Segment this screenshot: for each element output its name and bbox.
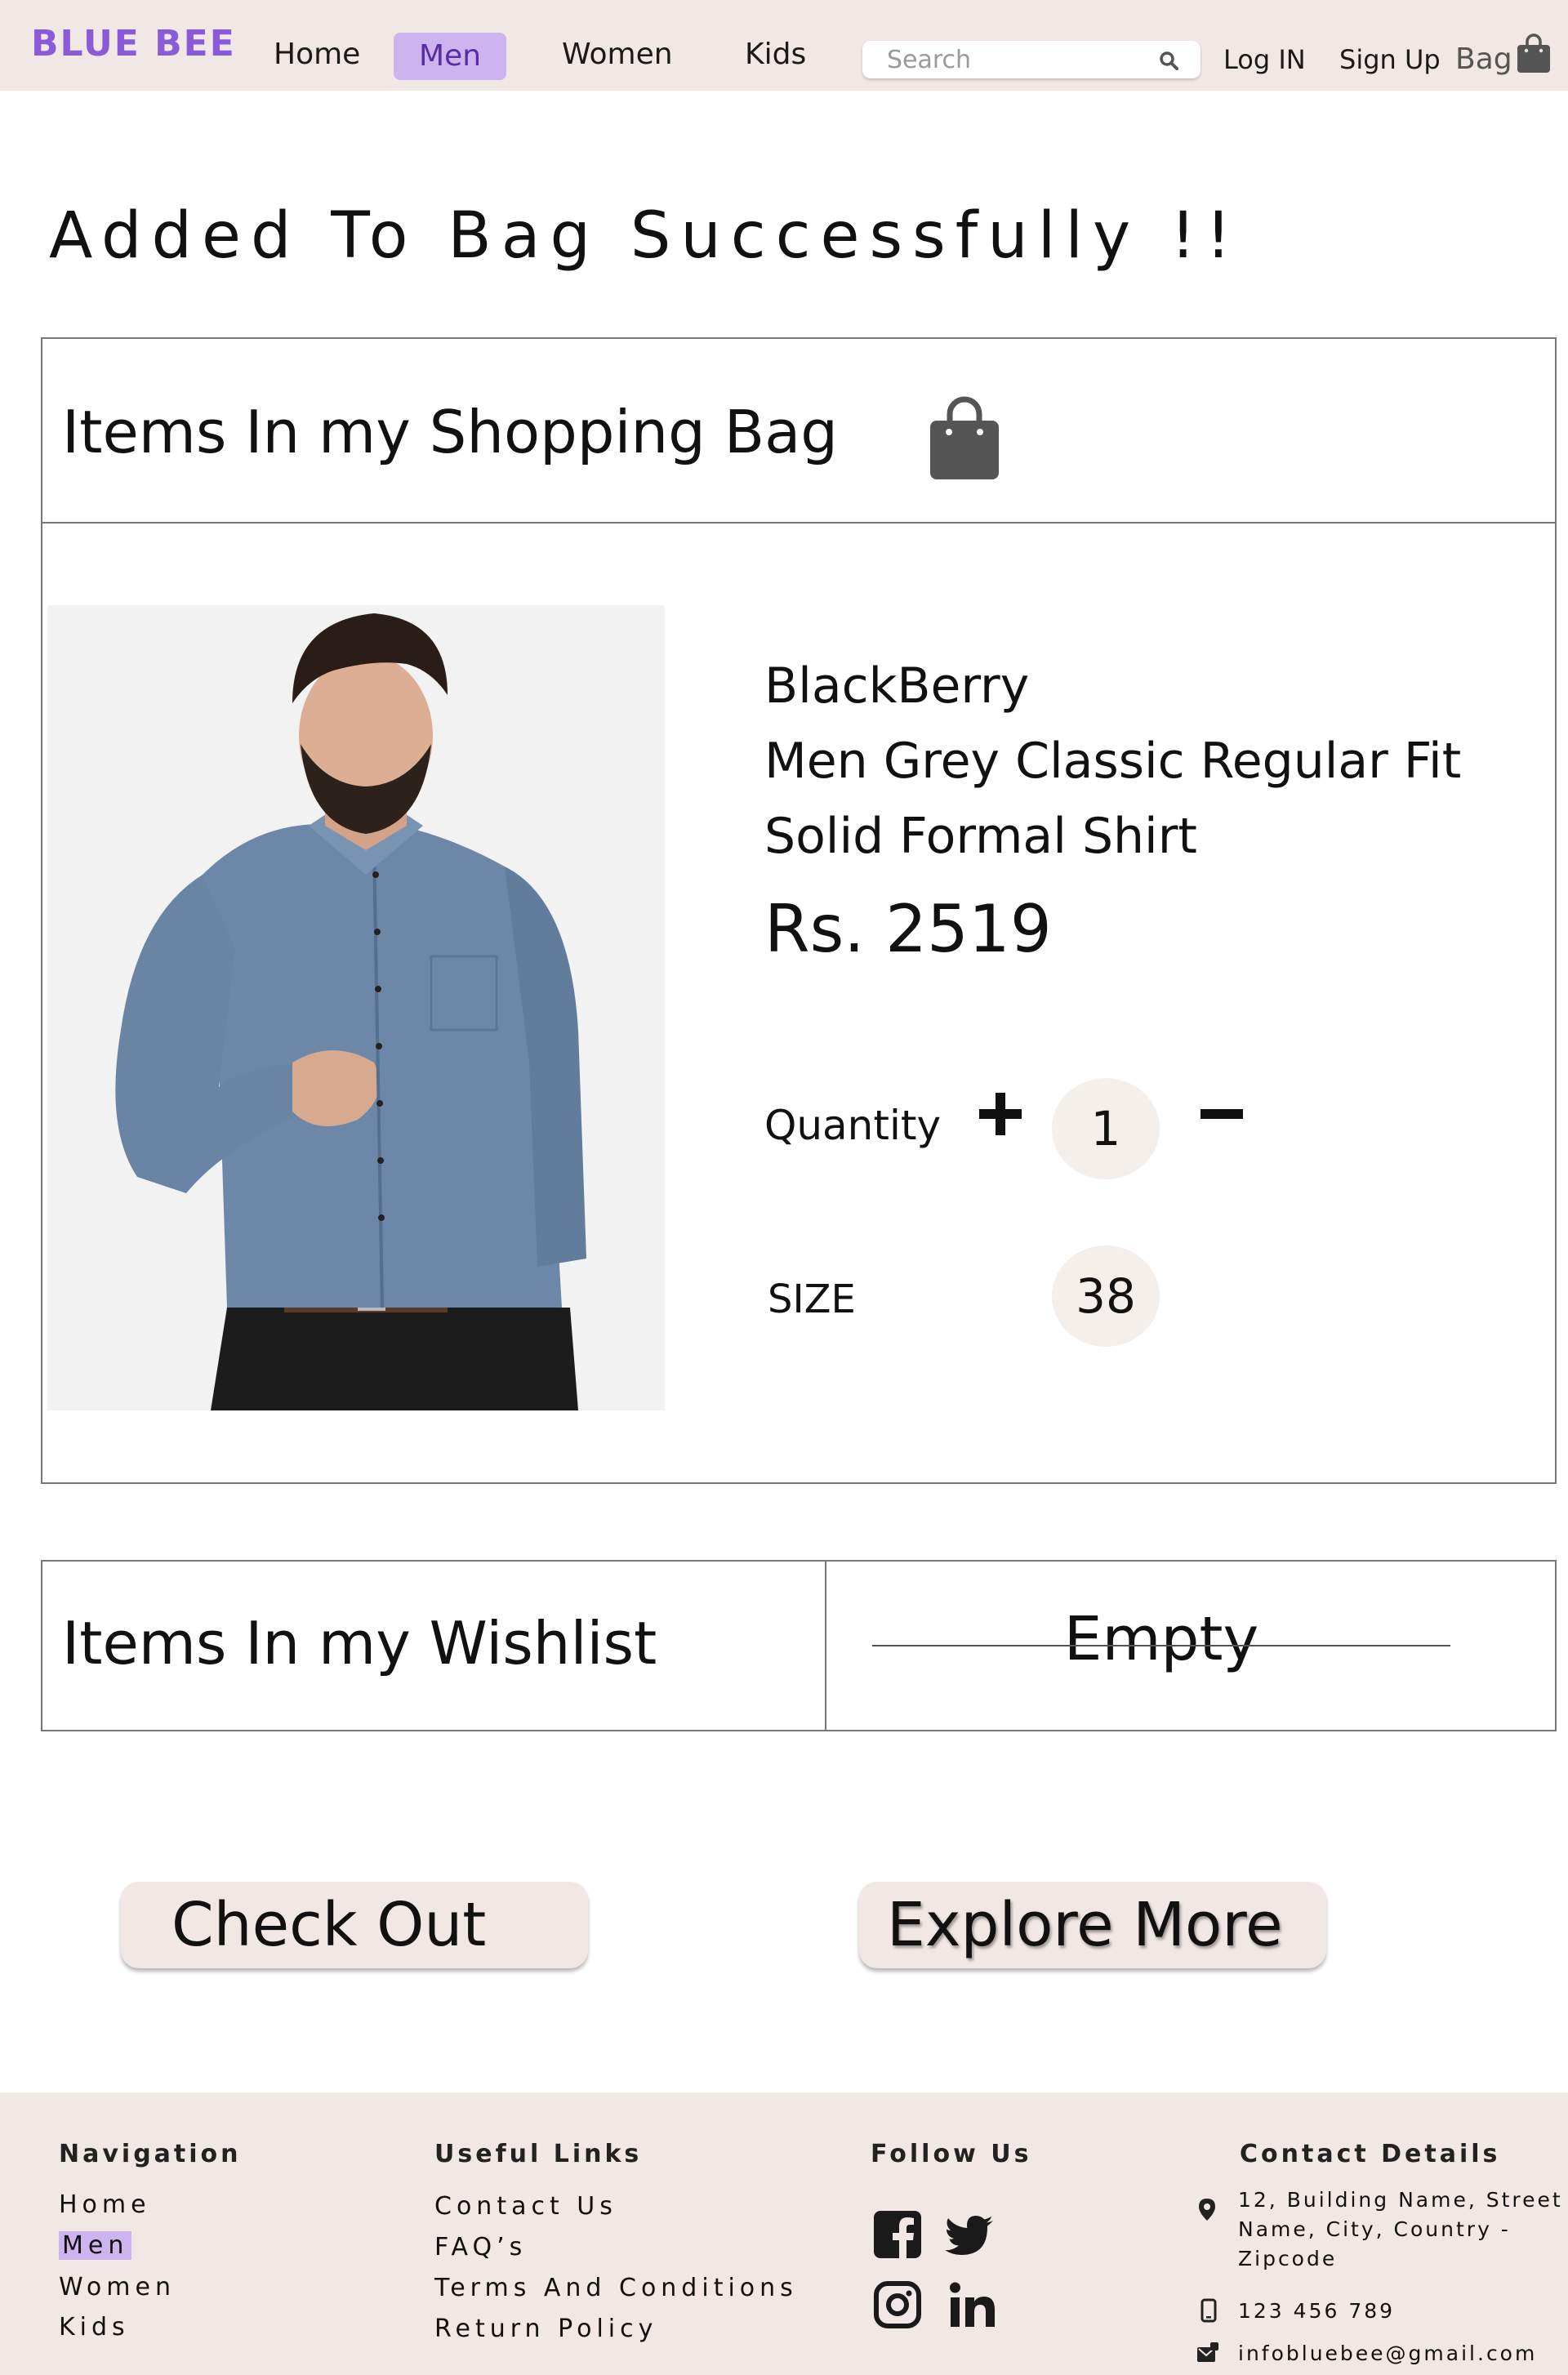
contact-phone: 123 456 789 — [1238, 2299, 1396, 2323]
product-brand: BlackBerry — [764, 657, 1030, 715]
shirt-model-illustration — [47, 605, 665, 1410]
contact-address-line-2: Name, City, Country - — [1238, 2217, 1511, 2241]
shopping-bag-heading: Items In my Shopping Bag — [62, 398, 838, 466]
twitter-icon[interactable] — [944, 2209, 995, 2260]
product-name-line-1: Men Grey Classic Regular Fit — [764, 733, 1462, 790]
size-label: SIZE — [768, 1277, 856, 1322]
shopping-bag-icon[interactable] — [1516, 33, 1552, 74]
wishlist-heading: Items In my Wishlist — [62, 1609, 657, 1678]
wishlist-panel: Items In my Wishlist Empty — [41, 1560, 1557, 1731]
location-pin-icon — [1199, 2199, 1215, 2221]
contact-address-line-3: Zipcode — [1238, 2247, 1338, 2270]
footer-link-men-label: Men — [59, 2231, 132, 2260]
footer-link-faqs[interactable]: FAQ’s — [434, 2233, 527, 2261]
bag-link[interactable]: Bag — [1455, 42, 1512, 76]
footer-link-kids[interactable]: Kids — [59, 2313, 130, 2342]
email-icon — [1197, 2342, 1218, 2362]
wishlist-empty-status: Empty — [1063, 1604, 1259, 1674]
brand-logo[interactable]: BLUE BEE — [31, 23, 236, 65]
footer-link-return-policy[interactable]: Return Policy — [434, 2315, 657, 2343]
phone-icon — [1200, 2298, 1217, 2323]
instagram-icon[interactable] — [872, 2279, 923, 2330]
product-image[interactable] — [47, 605, 665, 1410]
footer-useful-links-heading: Useful Links — [434, 2140, 643, 2168]
contact-address-line-1: 12, Building Name, Street — [1238, 2188, 1563, 2212]
search-icon[interactable] — [1158, 50, 1179, 71]
footer: Navigation Home Men Women Kids Useful Li… — [0, 2092, 1568, 2375]
quantity-value: 1 — [1052, 1078, 1160, 1179]
explore-more-button[interactable]: Explore More — [859, 1882, 1326, 1968]
shopping-bag-header: Items In my Shopping Bag — [42, 339, 1555, 524]
nav-kids[interactable]: Kids — [745, 38, 806, 71]
quantity-decrease-button[interactable] — [1197, 1089, 1246, 1138]
nav-women[interactable]: Women — [562, 38, 673, 71]
footer-link-home[interactable]: Home — [59, 2190, 151, 2219]
contact-email[interactable]: infobluebee@gmail.com — [1238, 2339, 1537, 2368]
search-input[interactable] — [887, 44, 1156, 75]
size-value[interactable]: 38 — [1052, 1245, 1160, 1347]
linkedin-icon[interactable] — [947, 2279, 998, 2330]
footer-follow-heading: Follow Us — [871, 2140, 1032, 2168]
footer-link-contact-us[interactable]: Contact Us — [434, 2192, 617, 2221]
facebook-icon[interactable] — [872, 2209, 923, 2260]
footer-navigation-heading: Navigation — [59, 2140, 242, 2168]
shopping-bag-panel: Items In my Shopping Bag BlackBerry Men … — [41, 337, 1557, 1484]
footer-link-terms[interactable]: Terms And Conditions — [434, 2274, 798, 2302]
shopping-bag-icon — [930, 396, 999, 479]
wishlist-strike-line — [872, 1645, 1450, 1646]
footer-contact-heading: Contact Details — [1240, 2140, 1501, 2168]
footer-link-men[interactable]: Men — [59, 2231, 132, 2260]
quantity-increase-button[interactable] — [976, 1089, 1025, 1138]
nav-men[interactable]: Men — [394, 33, 506, 80]
footer-link-women[interactable]: Women — [59, 2273, 176, 2301]
nav-home[interactable]: Home — [274, 38, 360, 71]
product-name-line-2: Solid Formal Shirt — [764, 808, 1197, 865]
checkout-button[interactable]: Check Out — [121, 1882, 588, 1968]
quantity-label: Quantity — [764, 1102, 942, 1149]
top-navbar: BLUE BEE Home Men Women Kids Log IN Sign… — [0, 0, 1568, 91]
product-price: Rs. 2519 — [764, 891, 1052, 967]
page-title: Added To Bag Successfully !! — [49, 199, 1241, 273]
wishlist-divider — [825, 1562, 826, 1730]
signup-link[interactable]: Sign Up — [1339, 44, 1441, 75]
login-link[interactable]: Log IN — [1223, 44, 1306, 75]
search-bar — [862, 41, 1200, 78]
